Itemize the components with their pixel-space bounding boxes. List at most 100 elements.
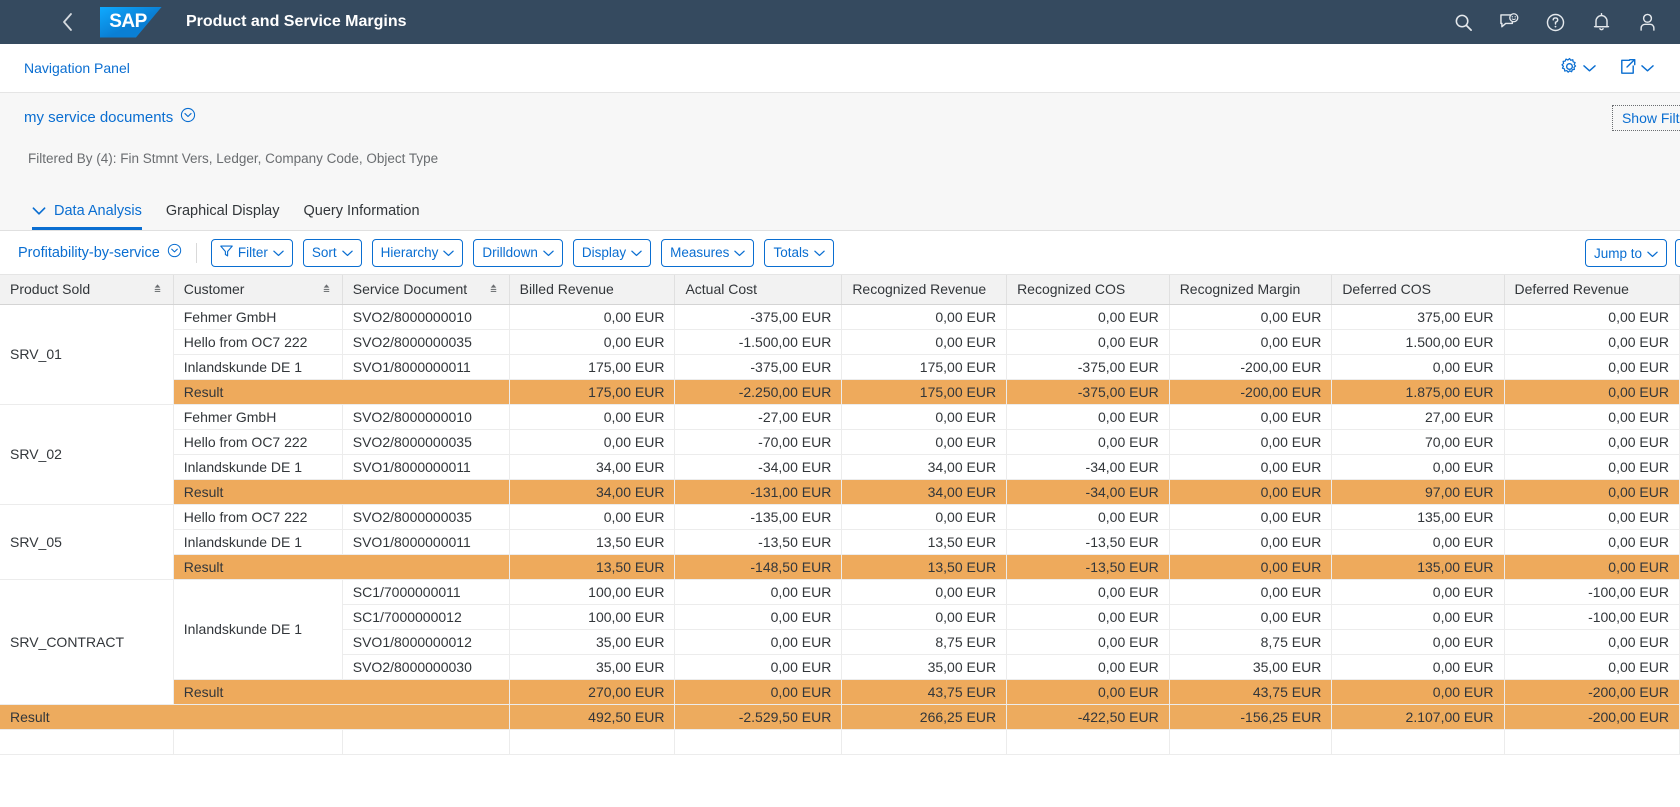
column-header-recognized-cos[interactable]: Recognized COS	[1006, 275, 1170, 305]
icon-tab-bar: Data Analysis Graphical Display Query In…	[0, 187, 1680, 231]
table-row[interactable]: SRV_05 Hello from OC7 222 SVO2/8000000035 0…	[0, 504, 1680, 580]
totals-button[interactable]: Totals	[764, 238, 834, 267]
chevron-down-icon	[543, 245, 554, 260]
measure-cell: 0,00 EUR	[1006, 604, 1170, 630]
measure-cell: 0,00 EUR	[1169, 529, 1333, 555]
query-selector[interactable]: Profitability-by-service	[18, 243, 182, 262]
service-document-cell: SVO2/8000000035	[342, 504, 510, 530]
measure-cell: 0,00 EUR	[1331, 579, 1505, 605]
button-label: Measures	[670, 245, 730, 260]
measure-cell: 0,00 EUR	[1504, 354, 1680, 380]
measure-cell: 35,00 EUR	[509, 629, 676, 655]
column-header-recognized-revenue[interactable]: Recognized Revenue	[841, 275, 1008, 305]
group-result-row[interactable]: Result 175,00 EUR -2.250,00 EUR 175,00 EUR -…	[0, 379, 1680, 405]
measure-cell: -13,50 EUR	[1006, 554, 1170, 580]
jump-to-button[interactable]: Jump to	[1584, 239, 1667, 267]
column-header-deferred-cos[interactable]: Deferred COS	[1331, 275, 1505, 305]
hierarchy-button[interactable]: Hierarchy	[371, 238, 464, 267]
measure-cell: 175,00 EUR	[841, 354, 1008, 380]
sort-button[interactable]: Sort	[302, 238, 362, 267]
user-avatar-icon[interactable]	[1624, 0, 1670, 44]
display-button[interactable]: Display	[572, 238, 652, 267]
measure-cell: 0,00 EUR	[1504, 404, 1680, 430]
variant-selector[interactable]: my service documents	[24, 107, 196, 127]
chevron-down-icon	[631, 245, 642, 260]
measure-cell: 0,00 EUR	[841, 329, 1008, 355]
customer-cell: Hello from OC7 222	[173, 504, 343, 530]
measure-cell: -375,00 EUR	[674, 304, 843, 330]
measure-cell: -131,00 EUR	[674, 479, 843, 505]
measure-cell: 0,00 EUR	[674, 579, 843, 605]
table-row[interactable]: Inlandskunde DE 1 SVO1/8000000011 13,50 EU…	[0, 529, 1680, 555]
measure-cell: 0,00 EUR	[1006, 429, 1170, 455]
tab-data-analysis[interactable]: Data Analysis	[20, 203, 154, 230]
show-filter-bar-button[interactable]: Show Filter	[1611, 105, 1680, 131]
table-row[interactable]: SRV_02 Fehmer GmbH SVO2/8000000010 0,00 EUR…	[0, 404, 1680, 505]
shell-header-actions	[1440, 0, 1670, 44]
chevron-down-icon	[443, 245, 455, 260]
column-header-product-sold[interactable]: Product Sold	[0, 275, 174, 305]
service-document-cell: SC1/7000000011	[342, 579, 510, 605]
filler-cell	[1504, 729, 1680, 755]
group-result-row[interactable]: Result 270,00 EUR 0,00 EUR 43,75 EUR 0,00 EU…	[0, 679, 1680, 705]
measure-cell: 0,00 EUR	[509, 329, 676, 355]
toolbar-right-group: Jump to	[1584, 239, 1680, 267]
sort-indicator-icon[interactable]	[488, 281, 499, 297]
settings-button[interactable]	[1554, 53, 1602, 85]
column-header-actual-cost[interactable]: Actual Cost	[674, 275, 843, 305]
column-header-billed-revenue[interactable]: Billed Revenue	[509, 275, 676, 305]
measure-cell: -375,00 EUR	[674, 354, 843, 380]
measure-cell: 135,00 EUR	[1331, 554, 1505, 580]
measure-cell: 0,00 EUR	[1331, 629, 1505, 655]
tab-graphical-display[interactable]: Graphical Display	[154, 203, 292, 230]
result-label-cell: Result	[173, 554, 510, 580]
table-header-row: Product Sold Customer Service Document Bill…	[0, 275, 1680, 305]
measures-button[interactable]: Measures	[661, 238, 755, 267]
table-row[interactable]: SRV_01 Fehmer GmbH SVO2/8000000010 0,00 EUR…	[0, 304, 1680, 405]
measure-cell: 0,00 EUR	[674, 654, 843, 680]
overflow-button[interactable]	[1675, 239, 1680, 267]
table-row[interactable]: Hello from OC7 222 SVO2/8000000035 0,00 EU…	[0, 429, 1680, 455]
measure-cell: 0,00 EUR	[1331, 604, 1505, 630]
group-result-row[interactable]: Result 13,50 EUR -148,50 EUR 13,50 EUR -13,5…	[0, 554, 1680, 580]
tab-query-information[interactable]: Query Information	[292, 203, 432, 230]
measure-cell: 0,00 EUR	[1504, 454, 1680, 480]
group-result-row[interactable]: Result 34,00 EUR -131,00 EUR 34,00 EUR -34,0…	[0, 479, 1680, 505]
table-row[interactable]: SRV_CONTRACT Inlandskunde DE 1 SC1/7000000…	[0, 579, 1680, 705]
table-row[interactable]: Inlandskunde DE 1 SVO1/8000000011 175,00 E…	[0, 354, 1680, 380]
sort-indicator-icon[interactable]	[152, 281, 163, 297]
help-icon[interactable]	[1532, 0, 1578, 44]
column-header-service-document[interactable]: Service Document	[342, 275, 510, 305]
measure-cell: 43,75 EUR	[1169, 679, 1333, 705]
table-row[interactable]: Hello from OC7 222 SVO2/8000000035 0,00 EU…	[0, 329, 1680, 355]
result-label-cell: Result	[173, 379, 510, 405]
measure-cell: 0,00 EUR	[1169, 429, 1333, 455]
filter-button[interactable]: Filter	[210, 238, 293, 267]
measure-cell: 1.500,00 EUR	[1331, 329, 1505, 355]
notification-bell-icon[interactable]	[1578, 0, 1624, 44]
back-button[interactable]	[50, 5, 84, 39]
column-header-deferred-revenue[interactable]: Deferred Revenue	[1504, 275, 1680, 305]
analytical-table[interactable]: Product Sold Customer Service Document Bill…	[0, 275, 1680, 755]
measure-cell: 0,00 EUR	[509, 404, 676, 430]
drilldown-button[interactable]: Drilldown	[473, 238, 563, 267]
measure-cell: 0,00 EUR	[1504, 554, 1680, 580]
search-icon[interactable]	[1440, 0, 1486, 44]
grand-total-row[interactable]: Result 492,50 EUR -2.529,50 EUR 266,25 EUR -…	[0, 704, 1680, 730]
measure-cell: 0,00 EUR	[509, 504, 676, 530]
measure-cell: 0,00 EUR	[1504, 654, 1680, 680]
feedback-icon[interactable]	[1486, 0, 1532, 44]
measure-cell: 0,00 EUR	[1169, 304, 1333, 330]
filter-icon	[220, 245, 233, 260]
navigation-panel-link[interactable]: Navigation Panel	[24, 60, 130, 76]
column-header-customer[interactable]: Customer	[173, 275, 343, 305]
column-header-recognized-margin[interactable]: Recognized Margin	[1169, 275, 1333, 305]
measure-cell: 0,00 EUR	[1169, 479, 1333, 505]
result-label-cell: Result	[173, 679, 510, 705]
table-row[interactable]: Inlandskunde DE 1 SVO1/8000000011 34,00 EU…	[0, 454, 1680, 480]
measure-cell: 175,00 EUR	[509, 379, 676, 405]
button-label: Jump to	[1593, 245, 1642, 261]
sort-indicator-icon[interactable]	[321, 281, 332, 297]
share-button[interactable]	[1612, 53, 1660, 85]
measure-cell: 0,00 EUR	[1006, 504, 1170, 530]
